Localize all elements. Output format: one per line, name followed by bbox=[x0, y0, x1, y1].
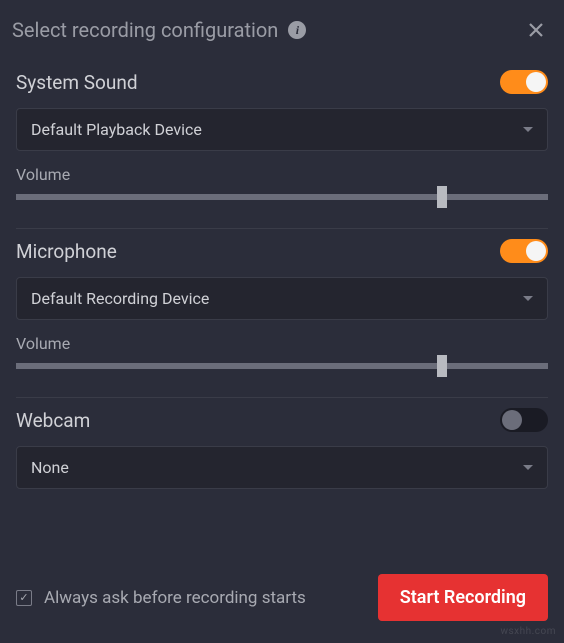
webcam-select[interactable]: None bbox=[16, 446, 548, 489]
microphone-label: Microphone bbox=[16, 240, 117, 263]
watermark: wsxhh.com bbox=[501, 626, 557, 637]
microphone-selected: Default Recording Device bbox=[31, 289, 209, 308]
system-sound-select[interactable]: Default Playback Device bbox=[16, 108, 548, 151]
webcam-label: Webcam bbox=[16, 409, 90, 432]
system-sound-label: System Sound bbox=[16, 71, 138, 94]
microphone-toggle[interactable] bbox=[500, 239, 548, 263]
slider-thumb[interactable] bbox=[437, 355, 447, 377]
chevron-down-icon bbox=[523, 296, 533, 301]
webcam-toggle[interactable] bbox=[500, 408, 548, 432]
info-icon[interactable]: i bbox=[288, 21, 306, 39]
slider-thumb[interactable] bbox=[437, 186, 447, 208]
system-sound-volume-label: Volume bbox=[16, 165, 548, 184]
system-sound-selected: Default Playback Device bbox=[31, 120, 202, 139]
microphone-select[interactable]: Default Recording Device bbox=[16, 277, 548, 320]
always-ask-label: Always ask before recording starts bbox=[44, 588, 306, 608]
chevron-down-icon bbox=[523, 465, 533, 470]
close-icon[interactable] bbox=[524, 18, 548, 42]
microphone-volume-label: Volume bbox=[16, 334, 548, 353]
dialog-title: Select recording configuration bbox=[12, 18, 278, 42]
system-sound-volume-slider[interactable] bbox=[16, 194, 548, 200]
system-sound-toggle[interactable] bbox=[500, 70, 548, 94]
always-ask-checkbox[interactable]: ✓ bbox=[16, 590, 32, 606]
webcam-selected: None bbox=[31, 458, 69, 477]
microphone-volume-slider[interactable] bbox=[16, 363, 548, 369]
start-recording-button[interactable]: Start Recording bbox=[378, 574, 548, 621]
chevron-down-icon bbox=[523, 127, 533, 132]
